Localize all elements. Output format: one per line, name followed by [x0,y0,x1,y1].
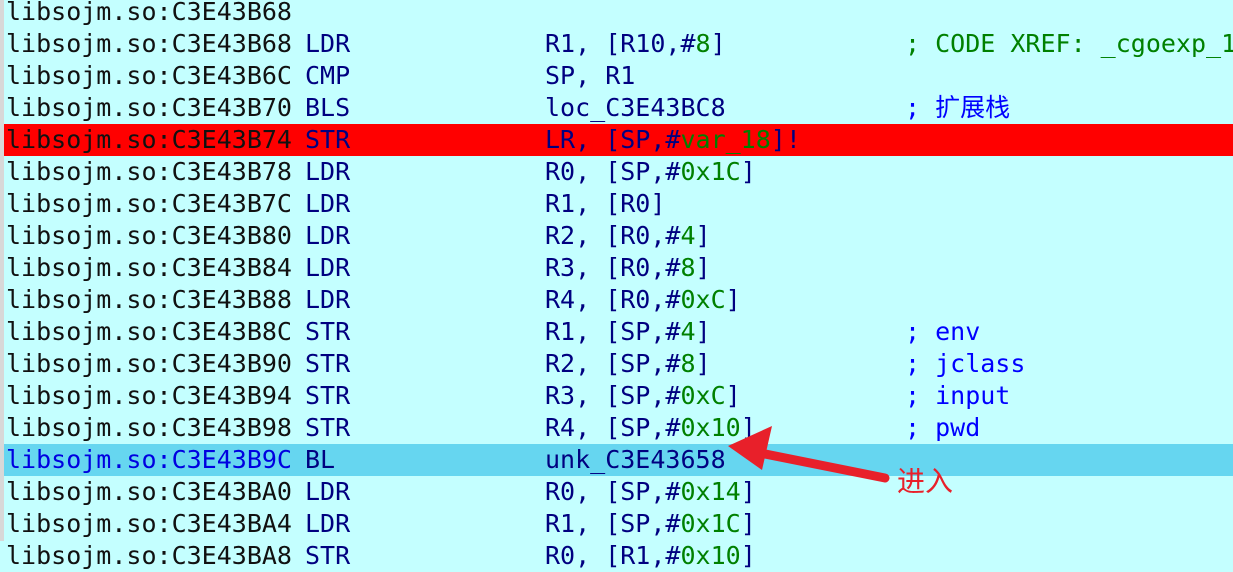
mnemonic: STR [305,541,351,570]
listing-row[interactable]: libsojm.so:C3E43BA8 STR R0, [R1,#0x10] [4,540,1233,572]
annotation-label: 进入 [897,465,954,498]
address: libsojm.so:C3E43BA8 [6,541,292,570]
operand-value: 0x10 [680,541,741,570]
operand-text: R0, [R1,# [545,541,681,570]
operands[interactable]: R0, [R1,#0x10] [545,540,756,572]
arrow-annotation [728,426,890,483]
operand-text: ] [740,541,756,570]
